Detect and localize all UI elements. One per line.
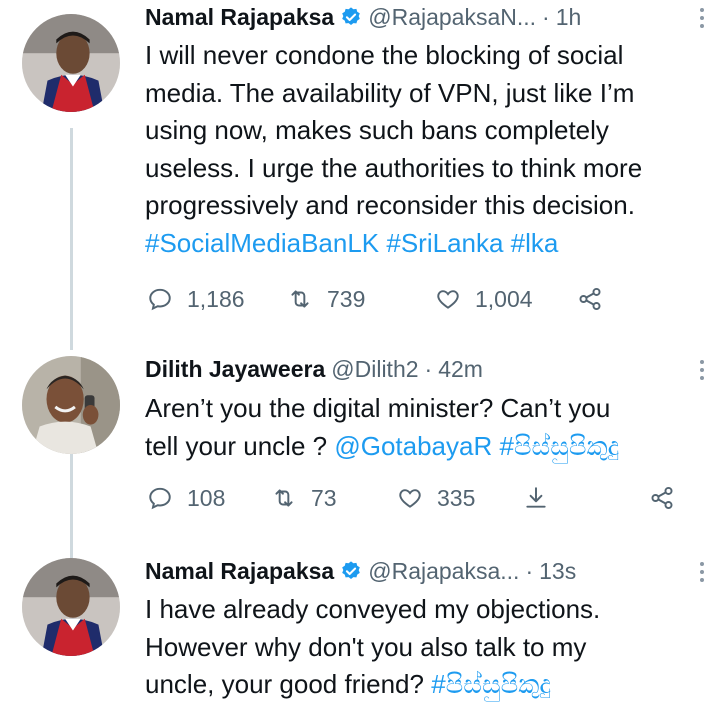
author-handle[interactable]: @Rajapaksa... <box>368 556 519 586</box>
like-button[interactable]: 1,004 <box>435 283 533 315</box>
avatar[interactable] <box>22 356 120 454</box>
avatar-image <box>22 558 120 656</box>
tweet-text: I will never condone the blocking of soc… <box>145 37 696 262</box>
tweet[interactable]: Namal Rajapaksa @RajapaksaN... · 1h I wi… <box>0 0 720 340</box>
avatar-image <box>22 356 120 454</box>
timestamp[interactable]: 42m <box>438 354 483 384</box>
retweet-count: 73 <box>311 484 337 511</box>
author-name[interactable]: Namal Rajapaksa <box>145 2 334 32</box>
text-span: uncle, your good friend? <box>145 669 432 699</box>
text-span: tell your uncle ? <box>145 430 335 461</box>
verified-badge-icon <box>342 561 361 579</box>
author-handle[interactable]: @RajapaksaN... <box>368 2 536 32</box>
retweet-button[interactable]: 739 <box>287 283 365 315</box>
download-button[interactable] <box>523 482 563 514</box>
reply-count: 1,186 <box>187 285 245 312</box>
reply-icon <box>149 487 171 510</box>
retweet-count: 739 <box>327 285 366 312</box>
text-line: progressively and reconsider this decisi… <box>145 190 635 220</box>
reply-icon <box>149 288 171 311</box>
text-line: tell your uncle ? @GotabayaR #පිස්සුපිකු… <box>145 428 696 466</box>
author-name[interactable]: Dilith Jayaweera <box>145 354 325 384</box>
avatar[interactable] <box>22 14 120 112</box>
hashtag-links[interactable]: #SocialMediaBanLK #SriLanka #lka <box>145 225 696 263</box>
like-count: 1,004 <box>475 285 533 312</box>
text-line: uncle, your good friend? #පිස්සුපිකුදු <box>145 666 696 704</box>
separator-dot: · <box>525 558 534 584</box>
timestamp[interactable]: 13s <box>539 556 576 586</box>
tweet[interactable]: Namal Rajapaksa @Rajapaksa... · 13s I ha… <box>0 548 720 711</box>
reply-button[interactable]: 1,186 <box>147 283 245 315</box>
like-count: 335 <box>437 484 476 511</box>
text-line: using now, makes such bans completely <box>145 115 609 145</box>
reply-button[interactable]: 108 <box>147 482 225 514</box>
text-line: However why don't you also talk to my <box>145 631 587 662</box>
tweet-text: I have already conveyed my objections. H… <box>145 591 696 704</box>
separator-dot: · <box>542 4 550 30</box>
separator-dot: · <box>424 356 433 382</box>
avatar[interactable] <box>22 558 120 656</box>
retweet-icon <box>275 489 293 507</box>
timestamp[interactable]: 1h <box>556 2 582 32</box>
heart-icon <box>399 489 421 508</box>
author-handle[interactable]: @Dilith2 <box>331 354 418 384</box>
more-options-icon[interactable] <box>700 558 706 586</box>
share-button[interactable] <box>577 283 617 315</box>
share-button[interactable] <box>649 482 689 514</box>
text-line: I have already conveyed my objections. <box>145 594 601 624</box>
hashtag-link[interactable]: #පිස්සුපිකුදු <box>431 669 551 699</box>
reply-count: 108 <box>187 484 226 511</box>
retweet-button[interactable]: 73 <box>271 482 337 514</box>
more-options-icon[interactable] <box>700 4 706 32</box>
avatar-image <box>22 14 120 112</box>
text-line: I will never condone the blocking of soc… <box>145 40 624 70</box>
heart-icon <box>437 290 459 309</box>
mention-hashtag-links[interactable]: @GotabayaR #පිස්සුපිකුදු <box>334 431 619 461</box>
share-icon <box>579 287 601 311</box>
text-line: media. The availability of VPN, just lik… <box>145 77 635 108</box>
more-options-icon[interactable] <box>700 356 706 384</box>
retweet-icon <box>291 290 309 308</box>
verified-badge-icon <box>342 7 361 25</box>
like-button[interactable]: 335 <box>397 482 475 514</box>
tweet-text: Aren’t you the digital minister? Can’t y… <box>145 390 696 465</box>
text-line: Aren’t you the digital minister? Can’t y… <box>145 393 611 423</box>
download-icon <box>526 487 546 508</box>
share-icon <box>651 486 673 510</box>
author-name[interactable]: Namal Rajapaksa <box>145 556 334 586</box>
tweet[interactable]: Dilith Jayaweera @Dilith2 · 42m Aren’t y… <box>0 342 720 542</box>
text-line: useless. I urge the authorities to think… <box>145 152 643 183</box>
